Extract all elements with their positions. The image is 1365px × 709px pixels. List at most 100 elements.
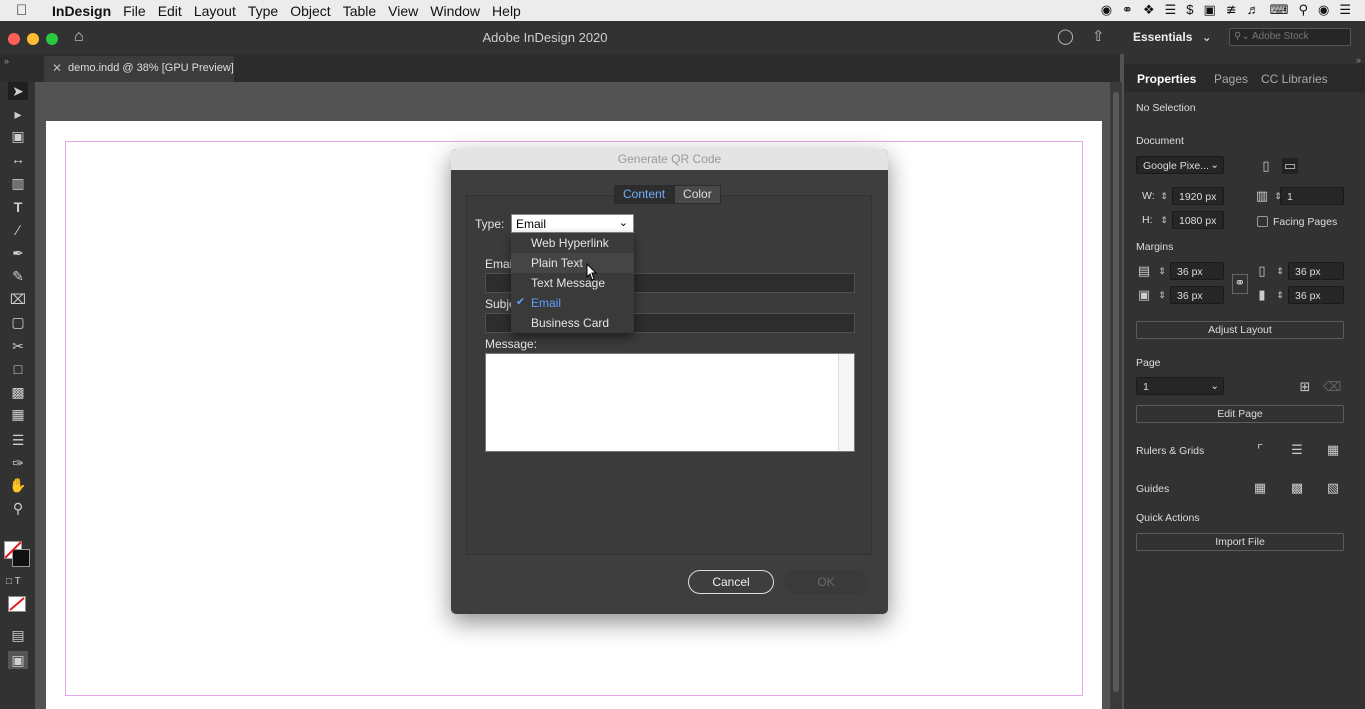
search-icon[interactable]: ⚲ xyxy=(1298,2,1308,18)
menu-window[interactable]: Window xyxy=(430,3,480,19)
option-web-hyperlink[interactable]: Web Hyperlink xyxy=(511,233,634,253)
margin-bottom-field[interactable]: 36 px xyxy=(1170,286,1224,304)
option-plain-text[interactable]: Plain Text xyxy=(511,253,634,273)
document-tab[interactable]: ✕ demo.indd @ 38% [GPU Preview] xyxy=(44,56,234,82)
tab-cc-libraries[interactable]: CC Libraries xyxy=(1261,72,1328,86)
keyboard-icon[interactable]: ⌨ xyxy=(1270,2,1289,18)
pages-count-field[interactable]: 1 xyxy=(1280,187,1344,205)
height-stepper[interactable]: ⇕ xyxy=(1156,212,1172,228)
message-textarea[interactable] xyxy=(485,353,855,452)
volume-icon[interactable]: ♬ xyxy=(1247,2,1260,18)
zoom-tool-icon[interactable]: ⚲ xyxy=(8,499,28,517)
rectangle-frame-tool-icon[interactable]: ⌧ xyxy=(8,290,28,308)
tab-properties[interactable]: Properties xyxy=(1137,72,1196,86)
free-transform-tool-icon[interactable]: □ xyxy=(8,360,28,378)
display-icon[interactable]: ▣ xyxy=(1204,2,1216,18)
scissors-tool-icon[interactable]: ✂ xyxy=(8,337,28,355)
margin-left-field[interactable]: 36 px xyxy=(1288,262,1344,280)
margin-bottom-stepper[interactable]: ⇕ xyxy=(1154,287,1170,303)
pen-tool-icon[interactable]: ✒ xyxy=(8,244,28,262)
menu-view[interactable]: View xyxy=(388,3,418,19)
width-field[interactable]: 1920 px xyxy=(1172,187,1224,205)
menu-app[interactable]: InDesign xyxy=(52,3,111,19)
ok-button[interactable]: OK xyxy=(784,570,868,594)
menu-table[interactable]: Table xyxy=(343,3,376,19)
show-guides-icon[interactable]: ▦ xyxy=(1252,480,1268,496)
eyedropper-tool-icon[interactable]: ✑ xyxy=(8,454,28,472)
list-icon[interactable]: ☰ xyxy=(1339,2,1351,18)
pencil-tool-icon[interactable]: ✎ xyxy=(8,267,28,285)
preview-mode-icon[interactable]: ▣ xyxy=(8,651,28,669)
scrollbar-thumb[interactable] xyxy=(1113,92,1119,692)
zoom-window-button[interactable] xyxy=(46,33,58,45)
record-icon[interactable]: ◉ xyxy=(1101,2,1112,18)
vertical-scrollbar[interactable] xyxy=(1110,82,1122,709)
document-preset-select[interactable]: Google Pixe... ⌄ xyxy=(1136,156,1224,174)
direct-selection-tool-icon[interactable]: ▸ xyxy=(8,105,28,123)
menu-object[interactable]: Object xyxy=(290,3,330,19)
wifi-icon[interactable]: ≇ xyxy=(1226,2,1237,18)
landscape-orientation-icon[interactable]: ▭ xyxy=(1282,158,1298,174)
facing-pages-checkbox[interactable] xyxy=(1257,216,1268,227)
margin-left-stepper[interactable]: ⇕ xyxy=(1272,263,1288,279)
smart-guides-icon[interactable]: ▧ xyxy=(1325,480,1341,496)
cancel-button[interactable]: Cancel xyxy=(688,570,774,594)
siri-icon[interactable]: ◉ xyxy=(1318,2,1329,18)
apply-none-swatch[interactable] xyxy=(8,596,26,612)
option-business-card[interactable]: Business Card xyxy=(511,313,634,333)
delete-page-icon[interactable]: ⌫ xyxy=(1323,379,1341,395)
selection-tool-icon[interactable]: ➤ xyxy=(8,82,28,100)
margin-right-field[interactable]: 36 px xyxy=(1288,286,1344,304)
fill-stroke-swatch[interactable] xyxy=(4,541,30,567)
close-icon[interactable]: ✕ xyxy=(52,61,62,75)
tab-pages[interactable]: Pages xyxy=(1214,72,1248,86)
gradient-feather-tool-icon[interactable]: ▦ xyxy=(8,405,28,423)
option-email[interactable]: ✔ Email xyxy=(511,293,634,313)
hand-tool-icon[interactable]: ✋ xyxy=(8,476,28,494)
baseline-grid-icon[interactable]: ☰ xyxy=(1289,442,1305,458)
type-select[interactable]: Email ⌄ xyxy=(511,214,634,233)
edit-page-button[interactable]: Edit Page xyxy=(1136,405,1344,423)
add-page-icon[interactable]: ⊞ xyxy=(1297,379,1313,395)
gap-tool-icon[interactable]: ↔ xyxy=(8,150,28,168)
tab-content[interactable]: Content xyxy=(614,185,675,204)
margin-top-stepper[interactable]: ⇕ xyxy=(1154,263,1170,279)
option-text-message[interactable]: Text Message xyxy=(511,273,634,293)
formatting-toggle[interactable]: □ T xyxy=(6,576,21,587)
share-icon[interactable]: ⇧ xyxy=(1092,27,1105,45)
tab-color[interactable]: Color xyxy=(674,185,721,204)
lightbulb-icon[interactable]: ◯ xyxy=(1057,27,1074,45)
document-grid-icon[interactable]: ▦ xyxy=(1325,442,1341,458)
page-select[interactable]: 1 ⌄ xyxy=(1136,377,1224,395)
apple-icon[interactable]:  xyxy=(16,2,40,19)
lock-guides-icon[interactable]: ▩ xyxy=(1289,480,1305,496)
content-collector-icon[interactable]: ▥ xyxy=(8,174,28,192)
gradient-swatch-tool-icon[interactable]: ▩ xyxy=(8,383,28,401)
import-file-button[interactable]: Import File xyxy=(1136,533,1344,551)
margin-right-stepper[interactable]: ⇕ xyxy=(1272,287,1288,303)
collapse-icon[interactable]: » xyxy=(4,56,9,66)
page-tool-icon[interactable]: ▣ xyxy=(8,127,28,145)
rectangle-tool-icon[interactable]: ▢ xyxy=(8,313,28,331)
menu-edit[interactable]: Edit xyxy=(158,3,182,19)
stock-search-input[interactable]: ⚲⌄ Adobe Stock xyxy=(1229,28,1351,46)
menu-file[interactable]: File xyxy=(123,3,146,19)
dollar-icon[interactable]: $ xyxy=(1186,2,1193,18)
menu-layout[interactable]: Layout xyxy=(194,3,236,19)
adjust-layout-button[interactable]: Adjust Layout xyxy=(1136,321,1344,339)
screen-mode-icon[interactable]: ▤ xyxy=(8,626,28,644)
creative-cloud-icon[interactable]: ⚭ xyxy=(1122,2,1133,18)
type-tool-icon[interactable]: T xyxy=(8,198,28,216)
stack-icon[interactable]: ☰ xyxy=(1165,2,1177,18)
home-icon[interactable]: ⌂ xyxy=(74,28,84,46)
workspace-switcher[interactable]: Essentials ⌄ xyxy=(1133,30,1212,44)
portrait-orientation-icon[interactable]: ▯ xyxy=(1258,158,1274,174)
close-window-button[interactable] xyxy=(8,33,20,45)
width-stepper[interactable]: ⇕ xyxy=(1156,188,1172,204)
message-scrollbar[interactable] xyxy=(838,354,854,451)
margin-top-field[interactable]: 36 px xyxy=(1170,262,1224,280)
menu-help[interactable]: Help xyxy=(492,3,521,19)
menu-type[interactable]: Type xyxy=(248,3,278,19)
rulers-icon[interactable]: ⌜ xyxy=(1252,442,1268,458)
line-tool-icon[interactable]: ∕ xyxy=(8,221,28,239)
